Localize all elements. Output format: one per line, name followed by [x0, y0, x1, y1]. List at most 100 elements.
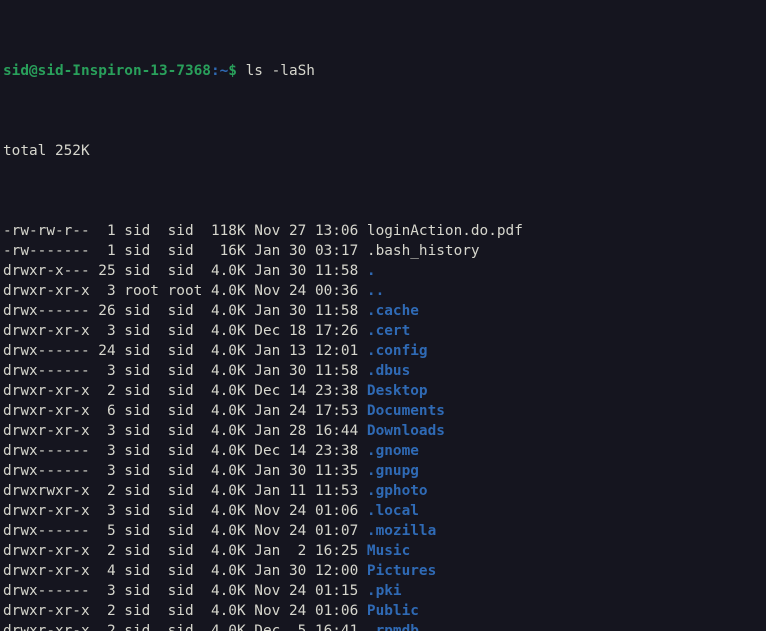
row-permissions: drwx------ [3, 443, 90, 459]
row-month: Jan [245, 303, 281, 319]
row-group: sid [158, 523, 203, 539]
row-owner: sid [115, 583, 159, 599]
terminal-window[interactable]: sid@sid-Inspiron-13-7368:~$ ls -laSh tot… [0, 0, 766, 631]
row-month: Jan [245, 543, 281, 559]
row-time: 12:01 [306, 343, 359, 359]
row-size: 4.0K [202, 603, 246, 619]
row-links: 24 [89, 343, 116, 359]
row-links: 3 [89, 363, 116, 379]
row-owner: sid [115, 563, 159, 579]
row-month: Jan [245, 403, 281, 419]
row-month: Jan [245, 243, 281, 259]
listing-row: drwxr-xr-x 6 sid sid 4.0K Jan 24 17:53 D… [3, 401, 766, 421]
row-name: Pictures [358, 563, 437, 579]
row-size: 4.0K [202, 343, 246, 359]
listing-row: drwx------ 26 sid sid 4.0K Jan 30 11:58 … [3, 301, 766, 321]
row-month: Nov [245, 603, 281, 619]
row-size: 4.0K [202, 283, 246, 299]
file-listing: -rw-rw-r-- 1 sid sid 118K Nov 27 13:06 l… [3, 221, 766, 631]
row-permissions: drwxr-xr-x [3, 563, 90, 579]
row-time: 16:25 [306, 543, 359, 559]
row-day: 18 [280, 323, 307, 339]
row-size: 4.0K [202, 443, 246, 459]
command-text: ls -laSh [245, 63, 315, 79]
row-size: 4.0K [202, 383, 246, 399]
row-name: .local [358, 503, 419, 519]
row-group: sid [158, 343, 203, 359]
row-group: sid [158, 623, 203, 631]
row-time: 00:36 [306, 283, 359, 299]
row-day: 24 [280, 503, 307, 519]
row-group: sid [158, 543, 203, 559]
row-links: 1 [89, 243, 116, 259]
row-group: sid [158, 263, 203, 279]
row-permissions: drwx------ [3, 363, 90, 379]
row-day: 24 [280, 403, 307, 419]
prompt-user-host: sid@sid-Inspiron-13-7368 [3, 63, 211, 79]
row-permissions: drwxr-xr-x [3, 603, 90, 619]
row-name: .cert [358, 323, 411, 339]
prompt-separator: : [210, 63, 220, 79]
row-day: 24 [280, 603, 307, 619]
row-name: .cache [358, 303, 419, 319]
row-time: 01:07 [306, 523, 359, 539]
row-time: 11:58 [306, 263, 359, 279]
listing-row: drwxr-xr-x 3 sid sid 4.0K Dec 18 17:26 .… [3, 321, 766, 341]
row-size: 4.0K [202, 523, 246, 539]
row-group: sid [158, 423, 203, 439]
row-size: 4.0K [202, 543, 246, 559]
row-group: sid [158, 243, 203, 259]
row-size: 4.0K [202, 363, 246, 379]
listing-row: -rw------- 1 sid sid 16K Jan 30 03:17 .b… [3, 241, 766, 261]
row-links: 2 [89, 543, 116, 559]
row-name: .gnome [358, 443, 419, 459]
row-name: Documents [358, 403, 445, 419]
row-month: Dec [245, 443, 281, 459]
row-day: 24 [280, 523, 307, 539]
row-name: .config [358, 343, 428, 359]
row-group: sid [158, 563, 203, 579]
row-time: 23:38 [306, 383, 359, 399]
row-month: Dec [245, 323, 281, 339]
row-size: 4.0K [202, 263, 246, 279]
row-name: .rpmdb [358, 623, 419, 631]
row-day: 5 [280, 623, 307, 631]
row-time: 13:06 [306, 223, 359, 239]
row-name: Music [358, 543, 411, 559]
row-time: 16:41 [306, 623, 359, 631]
row-group: sid [158, 583, 203, 599]
row-day: 28 [280, 423, 307, 439]
row-name: Desktop [358, 383, 428, 399]
row-owner: sid [115, 303, 159, 319]
row-day: 24 [280, 583, 307, 599]
row-time: 11:35 [306, 463, 359, 479]
row-time: 23:38 [306, 443, 359, 459]
row-group: sid [158, 363, 203, 379]
row-links: 2 [89, 483, 116, 499]
row-links: 1 [89, 223, 116, 239]
row-permissions: drwxr-xr-x [3, 503, 90, 519]
row-name: .dbus [358, 363, 411, 379]
row-links: 3 [89, 443, 116, 459]
row-links: 4 [89, 563, 116, 579]
listing-row: drwx------ 24 sid sid 4.0K Jan 13 12:01 … [3, 341, 766, 361]
row-owner: sid [115, 263, 159, 279]
row-size: 4.0K [202, 303, 246, 319]
row-owner: sid [115, 423, 159, 439]
row-group: sid [158, 303, 203, 319]
row-permissions: drwxr-xr-x [3, 543, 90, 559]
prompt-path: ~ [219, 63, 229, 79]
row-permissions: drwx------ [3, 303, 90, 319]
row-day: 30 [280, 563, 307, 579]
row-owner: sid [115, 383, 159, 399]
row-permissions: drwx------ [3, 523, 90, 539]
row-owner: root [115, 283, 159, 299]
row-owner: sid [115, 623, 159, 631]
row-links: 3 [89, 423, 116, 439]
row-links: 3 [89, 503, 116, 519]
prompt-line: sid@sid-Inspiron-13-7368:~$ ls -laSh [3, 61, 766, 81]
row-group: sid [158, 403, 203, 419]
row-day: 30 [280, 363, 307, 379]
row-time: 16:44 [306, 423, 359, 439]
row-owner: sid [115, 243, 159, 259]
